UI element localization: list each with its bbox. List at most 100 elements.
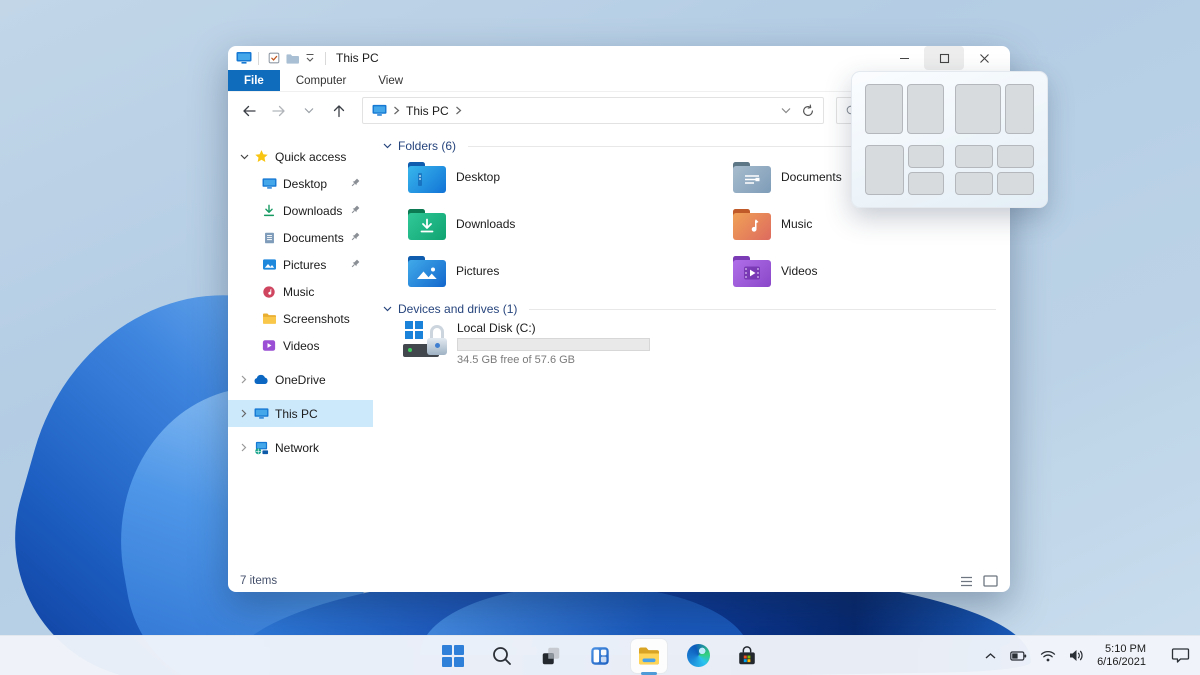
folder-label: Documents [781,170,842,184]
clock[interactable]: 5:10 PM 6/16/2021 [1097,643,1146,669]
task-view-button[interactable] [533,639,569,673]
wifi-icon[interactable] [1040,650,1056,662]
tab-view[interactable]: View [362,70,419,91]
sidebar-item-downloads[interactable]: Downloads [228,197,373,224]
forward-button[interactable] [266,98,292,124]
chevron-down-icon[interactable] [236,154,252,160]
sidebar-item-this-pc[interactable]: This PC [228,400,373,427]
sidebar-item-label: This PC [275,407,318,421]
address-bar[interactable]: This PC [362,97,824,124]
sidebar-item-label: Screenshots [283,312,350,326]
volume-icon[interactable] [1069,649,1084,662]
folder-icon [260,312,278,325]
hidden-icons-chevron[interactable] [984,651,997,660]
folder-label: Pictures [456,264,499,278]
customize-quick-access-toolbar-button[interactable] [301,49,319,67]
sidebar-item-documents[interactable]: Documents [228,224,373,251]
sidebar-item-pictures[interactable]: Pictures [228,251,373,278]
chevron-down-icon[interactable] [383,306,392,312]
desktop-icon [260,177,278,190]
refresh-icon[interactable] [801,104,815,118]
sidebar-item-label: Videos [283,339,319,353]
sidebar-item-label: Music [283,285,314,299]
minimize-button[interactable] [884,46,924,70]
edge-taskbar-button[interactable] [680,639,716,673]
properties-button[interactable] [265,49,283,67]
folder-tile-desktop[interactable]: Desktop [408,158,708,196]
up-button[interactable] [326,98,352,124]
sidebar-item-label: Quick access [275,150,346,164]
breadcrumb[interactable]: This PC [406,104,449,118]
tab-file[interactable]: File [228,70,280,91]
folder-tile-pictures[interactable]: Pictures [408,252,708,290]
pin-icon [349,258,361,270]
tab-computer[interactable]: Computer [280,70,363,91]
devices-group-header[interactable]: Devices and drives (1) [383,302,996,316]
file-explorer-icon [637,645,661,667]
sidebar-item-desktop[interactable]: Desktop [228,170,373,197]
chevron-down-icon[interactable] [383,143,392,149]
drive-tile-local-disk-c[interactable]: Local Disk (C:) 34.5 GB free of 57.6 GB [403,320,650,366]
group-header-label: Folders (6) [398,139,456,153]
task-view-icon [540,645,562,667]
this-pc-app-icon [236,51,252,65]
widgets-icon [589,645,611,667]
large-icons-view-button[interactable] [983,575,998,587]
star-icon [252,149,270,164]
drive-name: Local Disk (C:) [457,321,650,335]
address-dropdown-icon[interactable] [781,107,791,114]
folder-tile-videos[interactable]: Videos [733,252,1010,290]
chevron-right-icon[interactable] [236,443,252,452]
sidebar-item-label: Pictures [283,258,326,272]
chevron-right-icon[interactable] [236,375,252,384]
sidebar-item-screenshots[interactable]: Screenshots [228,305,373,332]
sidebar-item-quick-access[interactable]: Quick access [228,143,373,170]
video-icon [260,339,278,352]
chevron-right-icon[interactable] [393,106,400,115]
details-view-button[interactable] [960,576,973,587]
snap-layout-left-plus-stack[interactable] [865,145,944,195]
new-folder-button[interactable] [283,49,301,67]
sidebar-item-onedrive[interactable]: OneDrive [228,366,373,393]
window-controls [884,46,1004,70]
folder-tile-music[interactable]: Music [733,205,1010,243]
taskbar-search-button[interactable] [484,639,520,673]
battery-icon[interactable] [1010,650,1027,662]
snap-layout-two-columns[interactable] [865,84,944,134]
back-button[interactable] [236,98,262,124]
music-folder-icon [733,209,771,240]
folder-label: Downloads [456,217,515,231]
divider [529,309,996,310]
snap-layouts-flyout [851,71,1048,208]
snap-layout-quadrants[interactable] [955,145,1034,195]
notification-chat-icon[interactable] [1171,647,1190,664]
start-button[interactable] [435,639,471,673]
sidebar-item-music[interactable]: Music [228,278,373,305]
drive-capacity-text: 34.5 GB free of 57.6 GB [457,354,650,366]
sidebar-item-network[interactable]: Network [228,434,373,461]
pin-icon [349,177,361,189]
videos-folder-icon [733,256,771,287]
widgets-button[interactable] [582,639,618,673]
chevron-right-icon[interactable] [455,106,462,115]
maximize-button[interactable] [924,46,964,70]
pictures-folder-icon [408,256,446,287]
microsoft-store-button[interactable] [729,639,765,673]
folder-label: Desktop [456,170,500,184]
recent-locations-button[interactable] [296,98,322,124]
folder-label: Music [781,217,812,231]
snap-layout-wide-left[interactable] [955,84,1034,134]
sidebar-item-videos[interactable]: Videos [228,332,373,359]
close-button[interactable] [964,46,1004,70]
download-icon [260,204,278,218]
pictures-icon [260,258,278,271]
desktop: This PC File Computer View [0,0,1200,675]
file-explorer-taskbar-button[interactable] [631,639,667,673]
chevron-right-icon[interactable] [236,409,252,418]
onedrive-cloud-icon [252,374,270,385]
taskbar: 5:10 PM 6/16/2021 [0,635,1200,675]
sidebar-item-label: Network [275,441,319,455]
sidebar-item-label: Documents [283,231,344,245]
folder-tile-downloads[interactable]: Downloads [408,205,708,243]
divider [325,52,326,65]
